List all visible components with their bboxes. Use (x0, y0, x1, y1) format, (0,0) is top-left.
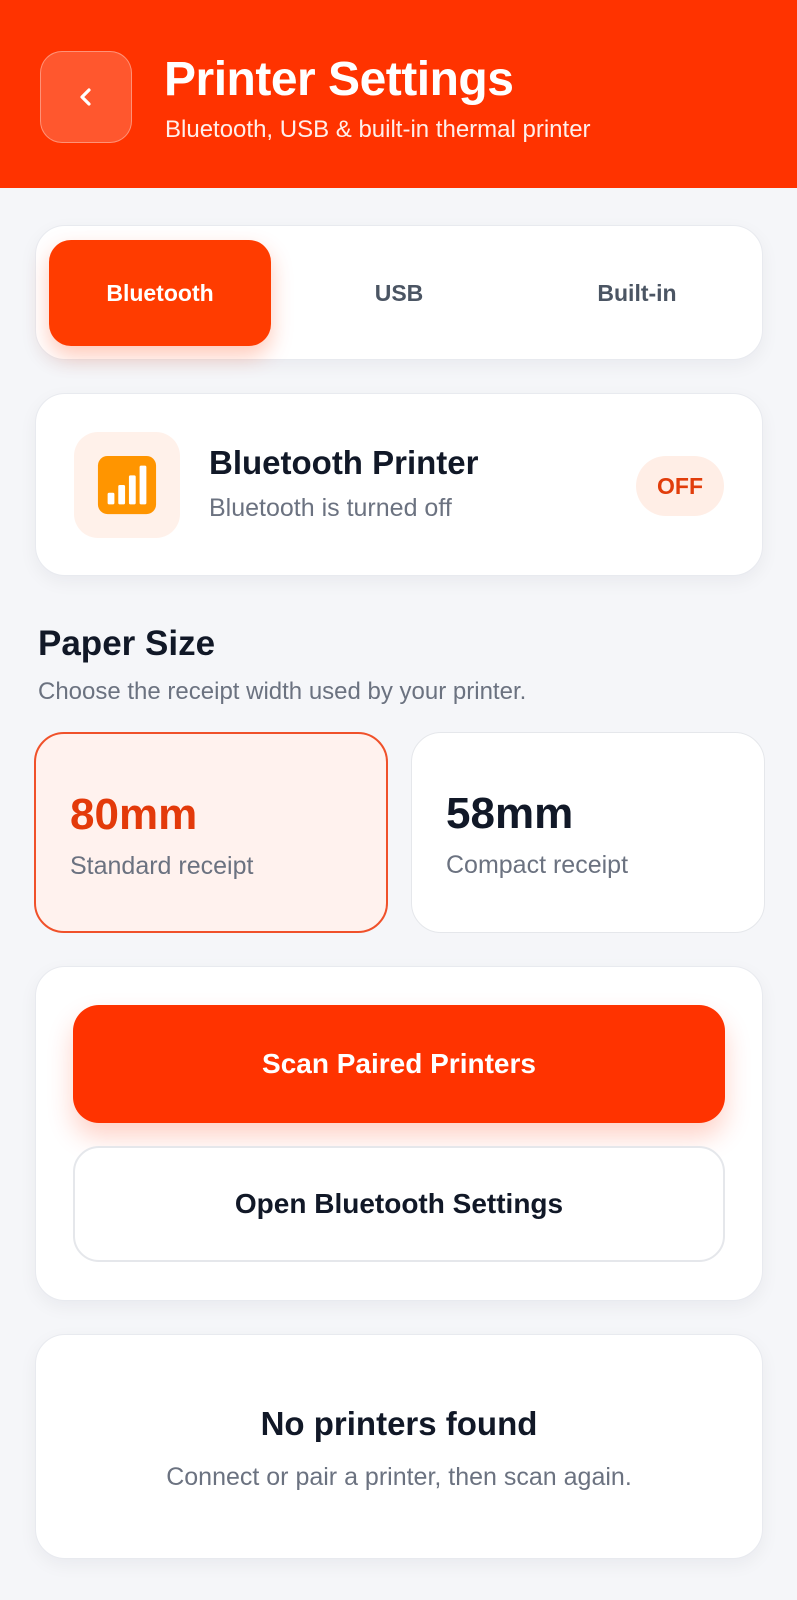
status-subtitle: Bluetooth is turned off (209, 494, 452, 522)
tab-built-in[interactable]: Built-in (526, 240, 748, 346)
empty-state-title: No printers found (260, 1405, 538, 1442)
paper-size-subtitle: Choose the receipt width used by your pr… (38, 678, 527, 705)
app-header: Printer Settings Bluetooth, USB & built-… (0, 0, 797, 188)
back-button[interactable] (40, 51, 132, 143)
tab-bluetooth[interactable]: Bluetooth (49, 240, 271, 346)
signal-bars-icon (97, 455, 157, 515)
paper-option-value: 58mm (446, 789, 574, 838)
paper-option-label: Standard receipt (70, 852, 254, 880)
status-title: Bluetooth Printer (209, 444, 479, 481)
status-badge: OFF (636, 456, 724, 516)
page-subtitle: Bluetooth, USB & built-in thermal printe… (165, 116, 591, 143)
bluetooth-status-card: Bluetooth Printer Bluetooth is turned of… (35, 393, 763, 576)
paper-option-58mm[interactable]: 58mm Compact receipt (411, 732, 765, 933)
paper-option-80mm[interactable]: 80mm Standard receipt (34, 732, 388, 933)
page-title: Printer Settings (164, 53, 514, 106)
paper-size-title: Paper Size (38, 624, 216, 663)
empty-state-subtitle: Connect or pair a printer, then scan aga… (166, 1463, 632, 1491)
status-icon-box (74, 432, 180, 538)
paper-option-value: 80mm (70, 790, 198, 839)
scan-paired-printers-button[interactable]: Scan Paired Printers (73, 1005, 725, 1123)
actions-card: Scan Paired Printers Open Bluetooth Sett… (35, 966, 763, 1301)
connection-tabs: Bluetooth USB Built-in (35, 225, 763, 360)
open-bluetooth-settings-button[interactable]: Open Bluetooth Settings (73, 1146, 725, 1262)
empty-state-card: No printers found Connect or pair a prin… (35, 1334, 763, 1559)
paper-option-label: Compact receipt (446, 851, 629, 879)
tab-usb[interactable]: USB (288, 240, 510, 346)
chevron-left-icon (80, 88, 91, 106)
